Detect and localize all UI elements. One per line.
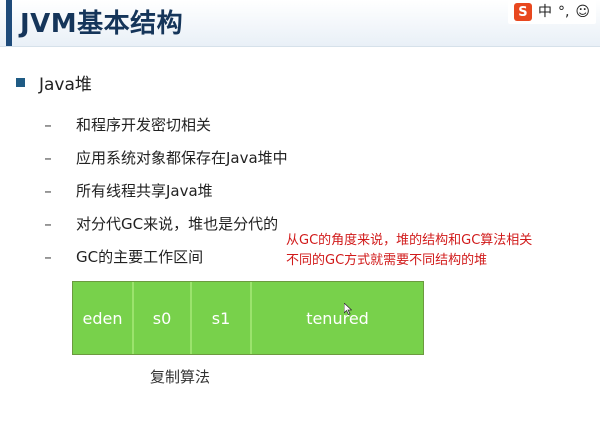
heap-cell-tenured: tenured — [306, 308, 369, 328]
mouse-cursor-icon — [344, 303, 352, 315]
ime-punctuation-toggle[interactable]: °, — [558, 3, 569, 21]
list-item: – 所有线程共享Java堆 — [36, 174, 456, 207]
dash-bullet-icon: – — [44, 115, 52, 134]
square-bullet-icon — [16, 78, 25, 87]
list-item: – 和程序开发密切相关 — [36, 108, 456, 141]
sogou-logo-icon[interactable]: S — [513, 3, 532, 21]
ime-toolbar[interactable]: S 中 °, ☺ — [507, 0, 596, 24]
list-item-text: GC的主要工作区间 — [76, 248, 204, 266]
title-bar: JVM基本结构 S 中 °, ☺ — [0, 0, 600, 47]
annotation-line: 不同的GC方式就需要不同结构的堆 — [286, 253, 488, 268]
list-item-text: 和程序开发密切相关 — [76, 116, 212, 134]
slide-title: JVM基本结构 — [20, 9, 184, 39]
heap-cell-s1: s1 — [192, 282, 252, 354]
ime-language-toggle[interactable]: 中 — [538, 3, 552, 21]
dash-bullet-icon: – — [44, 214, 52, 233]
heap-cell-eden: eden — [73, 282, 134, 354]
list-item: – 应用系统对象都保存在Java堆中 — [36, 141, 456, 174]
main-bullet: Java堆 — [16, 70, 92, 95]
heap-cell-s0: s0 — [134, 282, 192, 354]
annotation-line: 从GC的角度来说，堆的结构和GC算法相关 — [286, 233, 533, 248]
emoji-icon[interactable]: ☺ — [575, 3, 590, 21]
slide-page: JVM基本结构 S 中 °, ☺ Java堆 – 和程序开发密切相关 – 应用系… — [0, 0, 600, 423]
diagram-caption: 复制算法 — [150, 368, 211, 386]
list-item-text: 应用系统对象都保存在Java堆中 — [76, 149, 288, 167]
main-bullet-text: Java堆 — [39, 75, 92, 95]
list-item-text: 所有线程共享Java堆 — [76, 182, 213, 200]
title-accent-bar — [6, 0, 12, 46]
heap-diagram: eden s0 s1 tenured — [72, 281, 424, 355]
red-annotation: 从GC的角度来说，堆的结构和GC算法相关 不同的GC方式就需要不同结构的堆 — [286, 231, 576, 271]
dash-bullet-icon: – — [44, 247, 52, 266]
dash-bullet-icon: – — [44, 148, 52, 167]
list-item-text: 对分代GC来说，堆也是分代的 — [76, 215, 279, 233]
dash-bullet-icon: – — [44, 181, 52, 200]
